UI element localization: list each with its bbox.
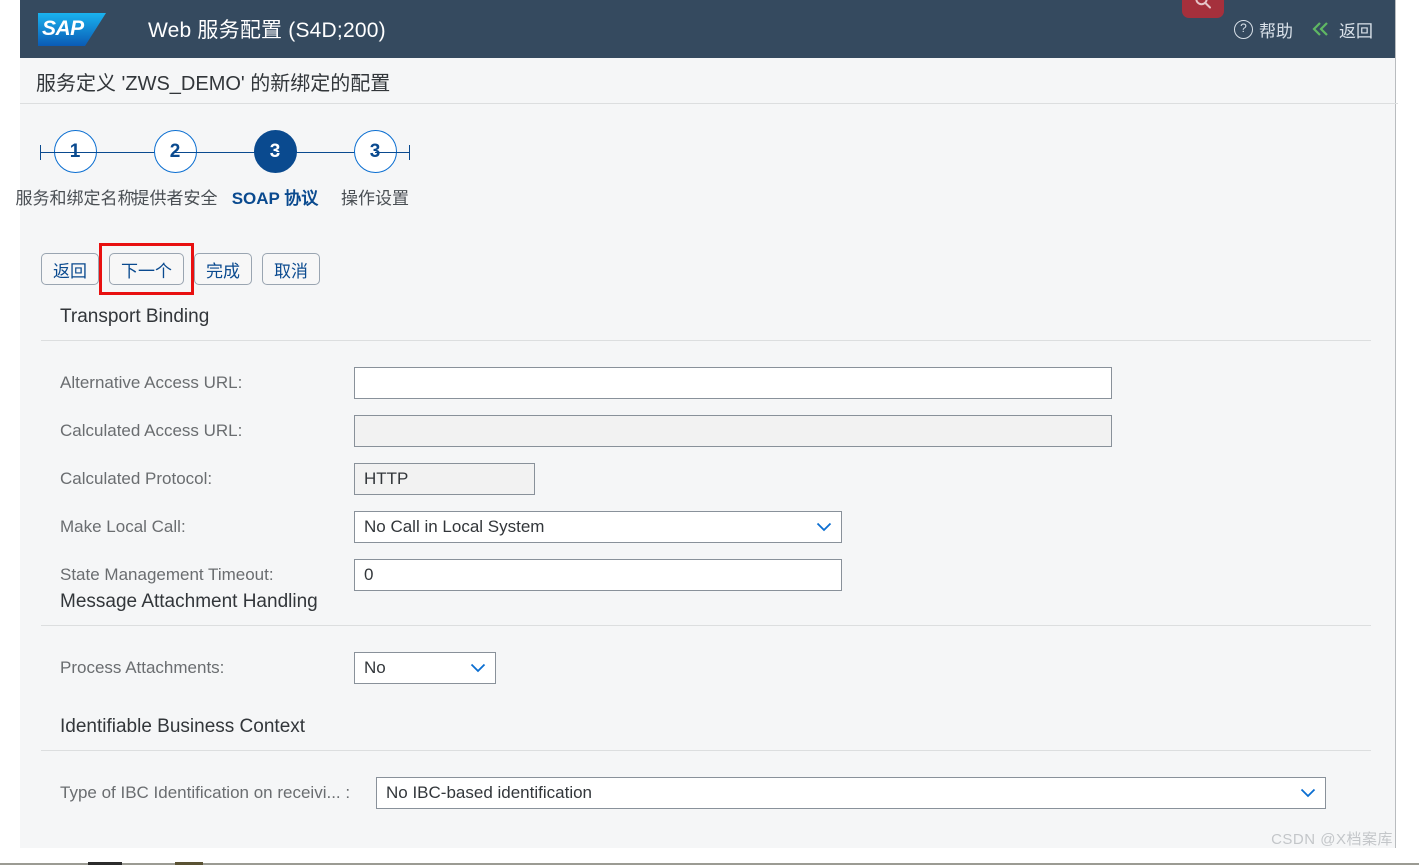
state-management-timeout-label: State Management Timeout: (60, 565, 274, 584)
alternative-access-url-label: Alternative Access URL: (60, 373, 243, 392)
field-row-calculated-protocol: Calculated Protocol: (41, 459, 1371, 499)
alternative-access-url-control (354, 367, 1112, 399)
state-management-timeout-control (354, 559, 842, 591)
chevron-down-icon (1300, 788, 1316, 798)
calculated-access-url-label: Calculated Access URL: (60, 421, 243, 440)
toolbar-cancel-button[interactable]: 取消 (262, 253, 320, 285)
watermark: CSDN @X档案库 (1271, 831, 1393, 848)
page-title: 服务定义 'ZWS_DEMO' 的新绑定的配置 (36, 72, 391, 95)
process-attachments-value: No (364, 658, 386, 677)
wizard-step-1-label: 服务和绑定名称 (15, 189, 135, 208)
wizard-step-2-label: 提供者安全 (132, 189, 218, 208)
help-label: 帮助 (1259, 21, 1293, 41)
field-row-alternative-access-url: Alternative Access URL: (41, 363, 1371, 403)
question-mark-icon: ? (1234, 19, 1253, 39)
back-button[interactable]: 返回 (1311, 17, 1373, 42)
toolbar-next-button[interactable]: 下一个 (109, 253, 184, 285)
section-message-attachment-handling-title: Message Attachment Handling (60, 591, 318, 612)
state-management-timeout-input[interactable] (354, 559, 842, 591)
wizard-step-3-label: SOAP 协议 (231, 189, 319, 208)
chevron-down-icon (816, 522, 832, 532)
section-identifiable-business-context-title: Identifiable Business Context (60, 716, 306, 737)
calculated-protocol-control (354, 463, 535, 495)
section-identifiable-business-context: Identifiable Business Context Type of IB… (41, 716, 1371, 813)
calculated-protocol-label: Calculated Protocol: (60, 469, 213, 488)
process-attachments-control: No (354, 652, 496, 684)
make-local-call-label: Make Local Call: (60, 517, 186, 536)
wizard-step-4-label: 操作设置 (341, 189, 409, 208)
calculated-access-url-control (354, 415, 1112, 447)
search-icon (1193, 0, 1213, 16)
subtitle-divider (20, 103, 1398, 104)
app-title: Web 服务配置 (S4D;200) (148, 19, 386, 42)
back-label: 返回 (1339, 21, 1373, 41)
make-local-call-control: No Call in Local System (354, 511, 842, 543)
header-actions: ? 帮助 返回 (1234, 0, 1373, 58)
wizard-progress: 1 服务和绑定名称 2 提供者安全 3 SOAP 协议 3 操作设置 (16, 130, 410, 210)
process-attachments-label: Process Attachments: (60, 658, 225, 677)
wizard-toolbar: 返回 下一个 完成 取消 (41, 243, 320, 295)
calculated-protocol-input (354, 463, 535, 495)
field-row-process-attachments: Process Attachments: No (41, 648, 1371, 688)
sap-logo-text: SAP (42, 16, 84, 40)
type-of-ibc-identification-value: No IBC-based identification (386, 783, 593, 802)
shell-header: SAP Web 服务配置 (S4D;200) ? 帮助 返回 (20, 0, 1395, 58)
make-local-call-value: No Call in Local System (364, 517, 545, 536)
subtitle-bar: 服务定义 'ZWS_DEMO' 的新绑定的配置 (20, 58, 1395, 104)
bottom-strip (0, 848, 1419, 865)
field-row-state-management-timeout: State Management Timeout: (41, 555, 1371, 595)
section-transport-binding-title: Transport Binding (60, 306, 210, 327)
sap-logo: SAP (38, 12, 106, 46)
double-chevron-left-icon (1311, 21, 1333, 37)
field-row-calculated-access-url: Calculated Access URL: (41, 411, 1371, 451)
toolbar-finish-button[interactable]: 完成 (194, 253, 252, 285)
type-of-ibc-identification-label: Type of IBC Identification on receivi...… (60, 783, 351, 802)
search-button[interactable] (1182, 0, 1224, 18)
wizard-end-stub (375, 145, 410, 160)
sap-web-service-configuration-screen: SAP Web 服务配置 (S4D;200) ? 帮助 返回 服务定义 'ZWS… (0, 0, 1419, 865)
make-local-call-select[interactable]: No Call in Local System (354, 511, 842, 543)
type-of-ibc-identification-select[interactable]: No IBC-based identification (376, 777, 1326, 809)
chevron-down-icon (470, 663, 486, 673)
section-message-attachment-handling: Message Attachment Handling Process Atta… (41, 591, 1371, 688)
alternative-access-url-input[interactable] (354, 367, 1112, 399)
field-row-make-local-call: Make Local Call: No Call in Local System (41, 507, 1371, 547)
process-attachments-select[interactable]: No (354, 652, 496, 684)
wizard-start-stub (40, 145, 75, 160)
help-button[interactable]: ? 帮助 (1234, 17, 1293, 42)
toolbar-next-wrapper: 下一个 (99, 243, 194, 295)
field-row-type-of-ibc-identification: Type of IBC Identification on receivi...… (41, 773, 1371, 813)
type-of-ibc-identification-control: No IBC-based identification (376, 777, 1326, 809)
calculated-access-url-input (354, 415, 1112, 447)
toolbar-back-button[interactable]: 返回 (41, 253, 99, 285)
section-transport-binding: Transport Binding Alternative Access URL… (41, 306, 1371, 595)
